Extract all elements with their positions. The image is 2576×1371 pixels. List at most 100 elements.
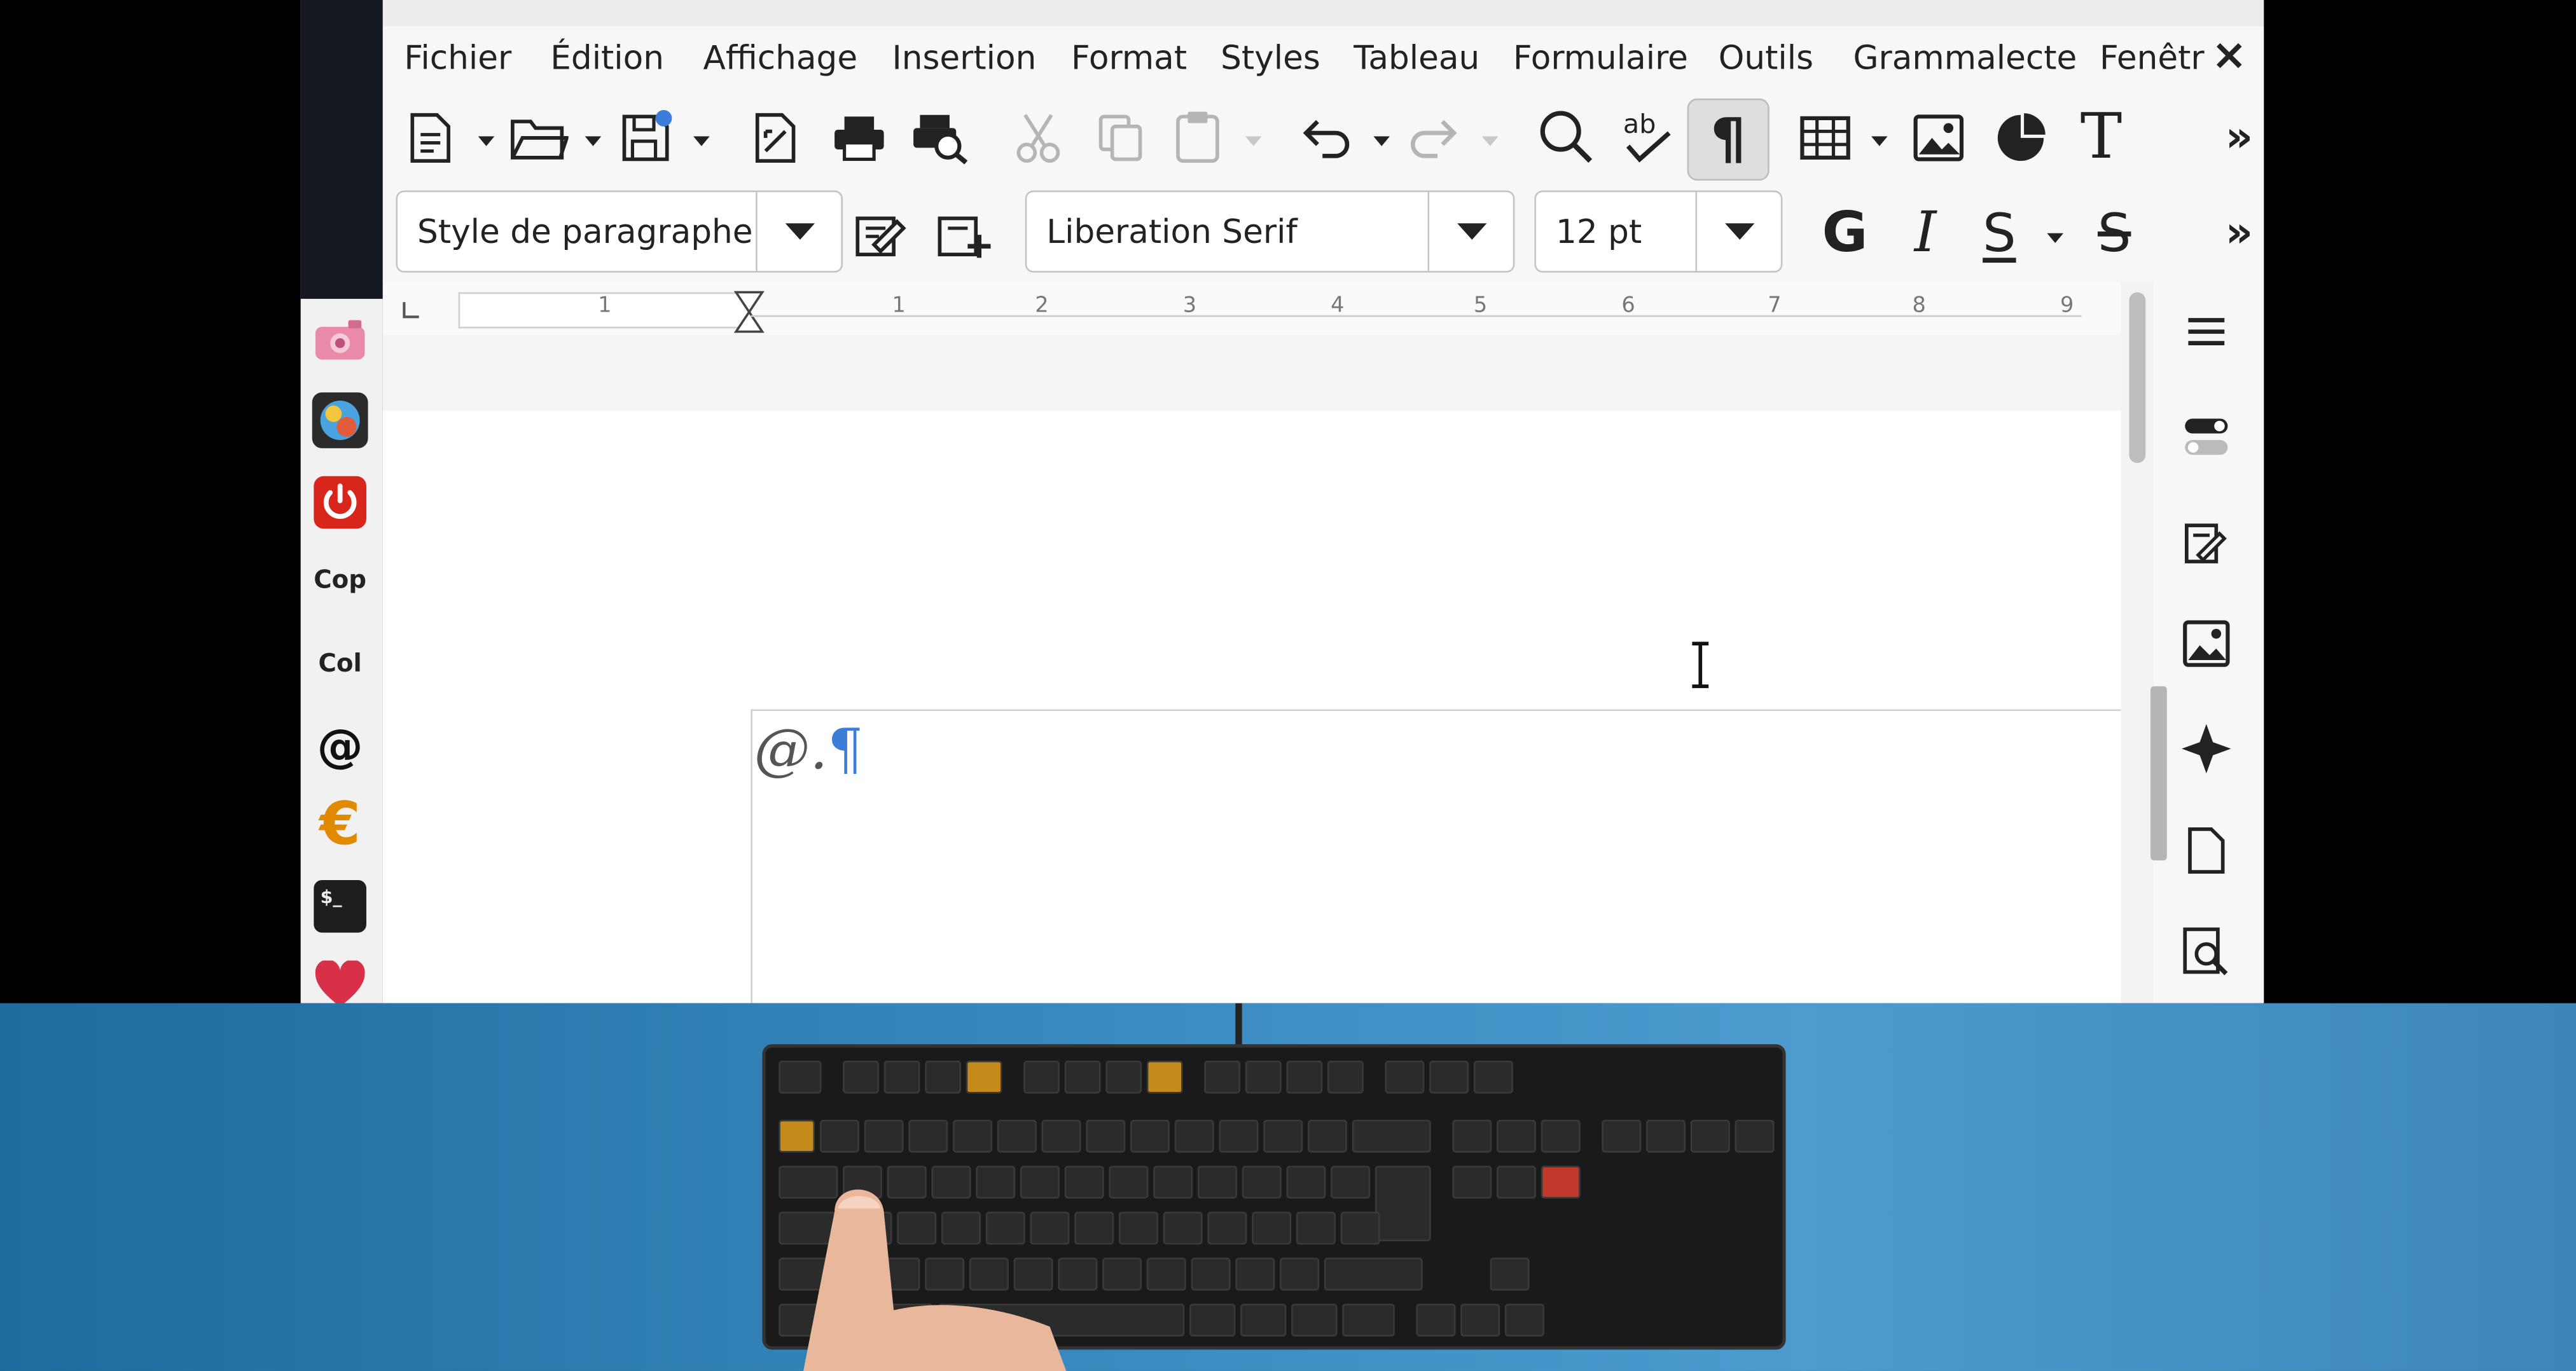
document-text[interactable]: @.¶	[754, 717, 864, 783]
paragraph-style-combobox[interactable]: Style de paragraphe	[396, 190, 843, 273]
toolbar-overflow-icon[interactable]: »	[2219, 108, 2259, 167]
ruler-line	[751, 315, 2082, 317]
font-size-combobox[interactable]: 12 pt	[1534, 190, 1783, 273]
menu-grammalecte[interactable]: Grammalecte	[1853, 38, 2077, 77]
sidebar-menu-icon[interactable]	[2173, 302, 2239, 361]
underline-button[interactable]: S	[1970, 197, 2029, 270]
styles-deck-icon[interactable]	[2173, 513, 2239, 572]
ruler-label: 4	[1331, 294, 1345, 319]
paragraph-style-dropdown-icon[interactable]	[756, 192, 841, 272]
at-sign-button[interactable]: @	[310, 716, 370, 775]
paste-dropdown-icon[interactable]	[1245, 136, 1262, 146]
svg-text:ab: ab	[1623, 109, 1656, 139]
menu-window[interactable]: Fenêtr	[2100, 38, 2205, 77]
ruler-label: 1	[892, 294, 906, 319]
print-preview-icon[interactable]	[908, 108, 971, 167]
properties-toggle-icon[interactable]	[2173, 407, 2239, 466]
gallery-icon[interactable]	[2173, 614, 2239, 673]
menu-insert[interactable]: Insertion	[892, 38, 1037, 77]
copy-button[interactable]: Cop	[310, 550, 370, 609]
menu-view[interactable]: Affichage	[703, 38, 857, 77]
find-replace-icon[interactable]	[1533, 105, 1598, 167]
paste-icon[interactable]	[1168, 105, 1227, 167]
font-name-combobox[interactable]: Liberation Serif	[1025, 190, 1515, 273]
page-deck-icon[interactable]	[2173, 821, 2239, 880]
keyboard-row	[779, 1060, 1513, 1094]
formatting-marks-toggle[interactable]: ¶	[1687, 98, 1769, 181]
formatting-overflow-icon[interactable]: »	[2219, 203, 2259, 263]
keyboard-cable	[1235, 1003, 1242, 1046]
ruler-label: 5	[1473, 294, 1488, 319]
indent-marker-icon[interactable]	[733, 291, 766, 333]
open-folder-icon[interactable]	[508, 108, 570, 167]
save-icon[interactable]	[616, 105, 679, 167]
text-boundary-left	[751, 709, 752, 1003]
insert-table-icon[interactable]	[1796, 108, 1855, 167]
paragraph-mark: ¶	[828, 717, 864, 783]
navigator-icon[interactable]	[2173, 719, 2239, 778]
font-name-value: Liberation Serif	[1046, 212, 1298, 252]
vertical-scrollbar[interactable]	[2121, 282, 2154, 1003]
print-icon[interactable]	[829, 108, 889, 167]
menu-edit[interactable]: Édition	[550, 38, 664, 77]
horizontal-ruler[interactable]: 1 1 2 3 4 5 6 7 8 9	[382, 282, 2121, 335]
photo-app-icon[interactable]	[310, 391, 370, 450]
keyboard-row	[779, 1119, 1775, 1153]
hand-finger	[803, 1189, 1067, 1371]
bold-button[interactable]: G	[1812, 197, 1878, 270]
redo-dropdown-icon[interactable]	[1481, 136, 1499, 146]
menu-file[interactable]: Fichier	[404, 38, 511, 77]
scrollbar-thumb[interactable]	[2129, 292, 2146, 464]
camera-app-icon[interactable]	[310, 312, 370, 371]
ruler-label: 9	[2060, 294, 2074, 319]
terminal-icon[interactable]: $_	[310, 877, 370, 936]
insert-chart-icon[interactable]	[1990, 108, 2052, 167]
italic-button[interactable]: I	[1897, 197, 1953, 270]
paragraph-style-value: Style de paragraphe	[417, 212, 753, 252]
copy-icon[interactable]	[1093, 108, 1149, 167]
open-dropdown-icon[interactable]	[585, 136, 602, 146]
ruler-label: 8	[1912, 294, 1926, 319]
undo-dropdown-icon[interactable]	[1373, 136, 1390, 146]
sidebar-collapse-handle[interactable]	[2150, 686, 2167, 860]
insert-textbox-icon[interactable]: T	[2068, 100, 2134, 173]
new-style-icon[interactable]	[935, 203, 994, 263]
power-icon[interactable]	[310, 473, 370, 532]
new-document-icon[interactable]	[403, 108, 459, 167]
menu-format[interactable]: Format	[1071, 38, 1187, 77]
menu-bar: Fichier Édition Affichage Insertion Form…	[382, 26, 2264, 92]
export-pdf-icon[interactable]	[747, 108, 803, 167]
ruler-label: 3	[1182, 294, 1197, 319]
table-dropdown-icon[interactable]	[1871, 136, 1888, 146]
cut-icon[interactable]	[1010, 108, 1066, 167]
menu-styles[interactable]: Styles	[1221, 38, 1320, 77]
menu-tools[interactable]: Outils	[1719, 38, 1813, 77]
update-style-icon[interactable]	[853, 203, 912, 263]
spelling-icon[interactable]: ab	[1615, 102, 1680, 167]
menu-table[interactable]: Tableau	[1354, 38, 1479, 77]
writer-window: Fichier Édition Affichage Insertion Form…	[382, 0, 2264, 1003]
insert-image-icon[interactable]	[1908, 108, 1970, 167]
redo-icon[interactable]	[1404, 108, 1464, 167]
manage-changes-icon[interactable]	[2173, 923, 2239, 982]
new-dropdown-icon[interactable]	[478, 136, 495, 146]
menu-form[interactable]: Formulaire	[1513, 38, 1688, 77]
formatting-toolbar: Style de paragraphe Liberation Serif 12 …	[382, 184, 2264, 283]
paste-button[interactable]: Col	[310, 634, 370, 693]
font-name-dropdown-icon[interactable]	[1427, 192, 1513, 272]
ruler-label: 2	[1035, 294, 1049, 319]
underline-dropdown-icon[interactable]	[2047, 233, 2064, 244]
font-size-dropdown-icon[interactable]	[1695, 192, 1781, 272]
ruler-label: 7	[1768, 294, 1782, 319]
tab-stop-type-icon[interactable]	[399, 299, 422, 322]
save-dropdown-icon[interactable]	[693, 136, 710, 146]
page	[382, 410, 2121, 1003]
font-size-value: 12 pt	[1556, 212, 1642, 252]
terminal-label: $_	[314, 879, 366, 933]
strikethrough-button[interactable]: S	[2085, 197, 2144, 270]
euro-button[interactable]: €	[310, 790, 370, 858]
undo-icon[interactable]	[1296, 108, 1355, 167]
document-canvas[interactable]: @.¶	[382, 334, 2121, 1003]
close-document-button[interactable]: ×	[2212, 31, 2247, 80]
ruler-label: 6	[1621, 294, 1635, 319]
